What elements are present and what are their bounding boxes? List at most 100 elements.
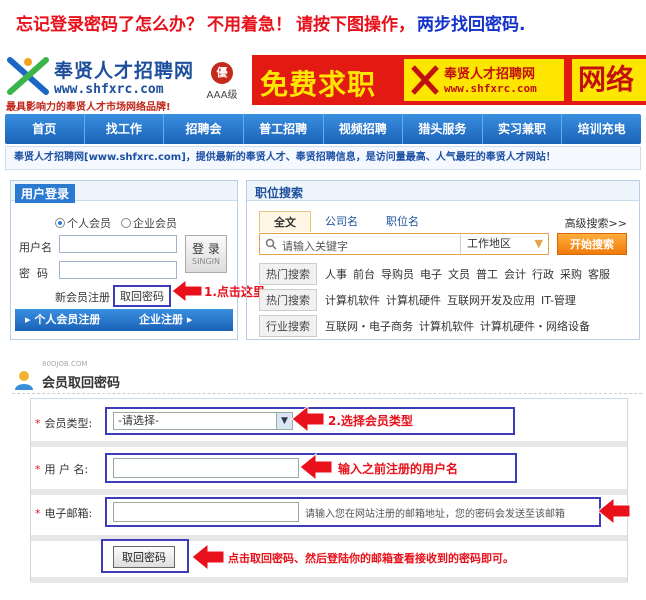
register-bar: ▸ 个人会员注册 企业注册 ▸ — [15, 309, 233, 331]
keyword-link[interactable]: 互联网开发及应用 — [447, 292, 535, 308]
seal-icon: 優 — [211, 62, 233, 84]
ad-logo-block: 奉贤人才招聘网 www.shfxrc.com — [404, 59, 564, 101]
banner-part3: 请按下图操作， — [296, 14, 415, 35]
area-select[interactable]: 工作地区 ▼ — [460, 234, 549, 254]
keyword-link[interactable]: 前台 — [353, 266, 375, 282]
tab-company[interactable]: 公司名 — [311, 211, 372, 232]
search-title: 职位搜索 — [255, 186, 304, 200]
search-row-industry: 行业搜索 互联网・电子商务 计算机软件 计算机硬件・网络设备 — [259, 315, 596, 337]
retrieve-title: 会员取回密码 — [42, 376, 121, 391]
retrieve-small-brand: 80OJOB.COM — [42, 360, 88, 368]
email-hint: 请输入您在网站注册的邮箱地址，您的密码会发送至该邮箱 — [305, 509, 565, 520]
login-button[interactable]: 登 录 SINGIN — [185, 235, 227, 273]
keyword-link[interactable]: 客服 — [588, 266, 610, 282]
search-row-hot: 热门搜索 人事 前台 导购员 电子 文员 普工 会计 行政 采购 客服 — [259, 263, 616, 285]
nav-item-home[interactable]: 首页 — [5, 114, 85, 144]
keyword-link[interactable]: 互联网・电子商务 — [325, 318, 413, 334]
divider — [12, 393, 642, 394]
banner-part4: 两步找回密码. — [417, 14, 526, 35]
company-register-button[interactable]: 企业注册 ▸ — [139, 309, 192, 331]
banner-part2: 不用着急！ — [207, 14, 292, 35]
nav-item-video[interactable]: 视频招聘 — [324, 114, 404, 144]
retrieve-section-header: 80OJOB.COM 会员取回密码 — [12, 360, 642, 394]
ad-right-text: 网络 — [572, 59, 646, 101]
login-title: 用户登录 — [15, 184, 76, 203]
ad-mid-url: www.shfxrc.com — [444, 82, 537, 95]
job-search-panel: 职位搜索 全文 公司名 职位名 高级搜索>> 请输入关键字 工作地区 ▼ 开始搜… — [246, 180, 640, 340]
ad-big-text: 免费求职 — [260, 68, 377, 101]
keyword-link[interactable]: 采购 — [560, 266, 582, 282]
login-button-sub: SINGIN — [192, 257, 220, 266]
arrow-left-icon — [191, 542, 225, 572]
radio-company[interactable]: 企业会员 — [121, 215, 177, 231]
keyword-link[interactable]: 文员 — [448, 266, 470, 282]
nav-item-training[interactable]: 培训充电 — [562, 114, 641, 144]
annotation-username: 输入之前注册的用户名 — [338, 462, 459, 476]
ad-logo-icon — [411, 65, 439, 95]
email-field-label: * 电子邮箱: — [35, 507, 93, 520]
arrow-left-icon — [291, 404, 325, 434]
nav-item-find-job[interactable]: 找工作 — [85, 114, 165, 144]
keyword-link[interactable]: 电子 — [420, 266, 442, 282]
advanced-search-link[interactable]: 高级搜索>> — [565, 215, 627, 231]
logo-slogan: 最具影响力的奉贤人才市场网络品牌! — [6, 102, 171, 113]
register-link[interactable]: 新会员注册 — [55, 289, 110, 305]
keyword-link[interactable]: 计算机硬件 — [386, 292, 441, 308]
retrieve-password-button[interactable]: 取回密码 — [113, 546, 175, 568]
nav-item-internship[interactable]: 实习兼职 — [483, 114, 563, 144]
keyword-link[interactable]: 计算机硬件・网络设备 — [480, 318, 590, 334]
radio-checked-icon — [55, 218, 65, 228]
keyword-link[interactable]: 会计 — [504, 266, 526, 282]
username-label: 用户名 — [19, 241, 52, 254]
retrieve-password-link[interactable]: 取回密码 — [113, 285, 171, 307]
member-type-label: * 会员类型: — [35, 417, 93, 430]
radio-unchecked-icon — [121, 218, 131, 228]
username-input[interactable] — [59, 235, 177, 253]
username-field-label: * 用 户 名: — [35, 463, 89, 476]
keyword-link[interactable]: 普工 — [476, 266, 498, 282]
aaa-text: AAA级 — [206, 90, 238, 101]
keyword-link[interactable]: 计算机软件 — [419, 318, 474, 334]
instruction-banner: 忘记登录密码了怎么办？ 不用着急！ 请按下图操作， 两步找回密码. — [0, 0, 646, 44]
radio-personal[interactable]: 个人会员 — [55, 215, 111, 231]
search-row-tag: 热门搜索 — [259, 289, 317, 311]
login-panel: 用户登录 个人会员 企业会员 用户名 密 码 登 录 SINGIN 新会员注册 … — [10, 180, 238, 340]
aaa-badge: 優 AAA级 — [200, 62, 244, 104]
logo-title: 奉贤人才招聘网 — [54, 60, 195, 82]
keyword-link[interactable]: 行政 — [532, 266, 554, 282]
arrow-left-icon — [597, 496, 631, 526]
arrow-left-icon — [299, 452, 333, 482]
personal-register-button[interactable]: ▸ 个人会员注册 — [25, 309, 100, 331]
keyword-link[interactable]: 人事 — [325, 266, 347, 282]
search-row-tag: 行业搜索 — [259, 315, 317, 337]
row-separator — [31, 577, 627, 583]
keyword-link[interactable]: IT-管理 — [541, 292, 576, 308]
dropdown-arrow-icon: ▼ — [534, 237, 543, 250]
login-panel-header: 用户登录 — [11, 181, 237, 203]
username-field[interactable] — [113, 458, 299, 478]
search-icon — [265, 238, 277, 250]
row-separator — [31, 441, 627, 447]
tab-position[interactable]: 职位名 — [372, 211, 433, 232]
nav-item-headhunter[interactable]: 猎头服务 — [403, 114, 483, 144]
password-label: 密 码 — [19, 267, 48, 280]
search-row-hot-2: 热门搜索 计算机软件 计算机硬件 互联网开发及应用 IT-管理 — [259, 289, 582, 311]
member-type-radios: 个人会员 企业会员 — [55, 215, 177, 231]
search-panel-header: 职位搜索 — [247, 181, 639, 201]
nav-item-general-worker[interactable]: 普工招聘 — [244, 114, 324, 144]
search-input[interactable]: 请输入关键字 工作地区 ▼ — [259, 233, 549, 255]
email-field[interactable] — [113, 502, 299, 522]
keyword-link[interactable]: 计算机软件 — [325, 292, 380, 308]
main-nav: 首页 找工作 招聘会 普工招聘 视频招聘 猎头服务 实习兼职 培训充电 — [5, 114, 641, 144]
logo-url: www.shfxrc.com — [54, 82, 164, 97]
password-input[interactable] — [59, 261, 177, 279]
start-search-button[interactable]: 开始搜索 — [557, 233, 627, 255]
site-tagline: 奉贤人才招聘网[www.shfxrc.com]，提供最新的奉贤人才、奉贤招聘信息… — [5, 146, 641, 170]
keyword-link[interactable]: 导购员 — [381, 266, 414, 282]
ad-banner[interactable]: 免费求职 奉贤人才招聘网 www.shfxrc.com 网络 — [252, 55, 646, 105]
nav-item-job-fair[interactable]: 招聘会 — [164, 114, 244, 144]
ad-mid-title: 奉贤人才招聘网 — [444, 67, 536, 82]
tab-fulltext[interactable]: 全文 — [259, 211, 311, 232]
member-type-select[interactable]: -请选择- ▼ — [113, 412, 293, 430]
search-placeholder: 请输入关键字 — [282, 240, 348, 253]
